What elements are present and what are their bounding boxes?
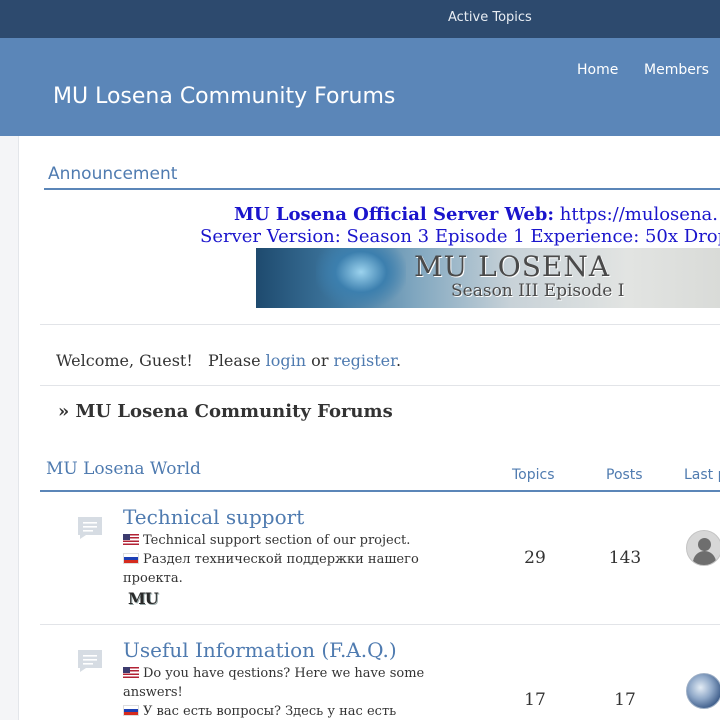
forum-title-technical-support[interactable]: Technical support — [123, 505, 304, 529]
mu-logo-icon: MU — [128, 589, 159, 608]
welcome-suffix: . — [396, 351, 402, 370]
forum-description: Technical support section of our project… — [123, 531, 443, 588]
avatar[interactable] — [686, 673, 720, 709]
divider — [40, 324, 720, 325]
us-flag-icon — [123, 534, 139, 545]
banner-logo-subtitle: Season III Episode I — [451, 281, 625, 301]
row-divider — [40, 624, 720, 625]
column-header-posts: Posts — [606, 467, 643, 483]
register-link[interactable]: register — [334, 351, 396, 370]
site-header: Home Members MU Losena Community Forums — [0, 38, 720, 136]
column-header-topics: Topics — [512, 467, 555, 483]
announcement-web-url[interactable]: https://mulosena. — [560, 204, 718, 225]
login-link[interactable]: login — [266, 351, 306, 370]
column-header-last-post: Last p — [684, 467, 720, 483]
announcement-server-info: Server Version: Season 3 Episode 1 Exper… — [200, 226, 720, 247]
banner-warrior-art — [316, 248, 406, 308]
forum-topics-count: 29 — [524, 548, 546, 568]
ru-flag-icon — [123, 705, 139, 716]
forum-desc-ru: У вас есть вопросы? Здесь у нас есть нес… — [143, 704, 397, 719]
forum-desc-en: Do you have qestions? Here we have some … — [123, 666, 425, 700]
top-bar: Active Topics — [0, 0, 720, 38]
us-flag-icon — [123, 667, 139, 678]
forum-bubble-icon — [78, 517, 102, 539]
forum-topics-count: 17 — [524, 690, 546, 710]
forum-description: Do you have qestions? Here we have some … — [123, 664, 443, 720]
welcome-or: or — [306, 351, 334, 370]
announcement-banner[interactable]: MU LOSENA Season III Episode I — [256, 248, 720, 308]
forum-posts-count: 143 — [608, 548, 642, 568]
nav-home-link[interactable]: Home — [577, 62, 618, 78]
forum-bubble-icon — [78, 650, 102, 672]
category-title[interactable]: MU Losena World — [46, 459, 201, 479]
site-title[interactable]: MU Losena Community Forums — [53, 84, 395, 109]
welcome-prefix: Welcome, Guest! Please — [56, 351, 266, 370]
active-topics-link[interactable]: Active Topics — [448, 10, 532, 25]
forum-desc-en: Technical support section of our project… — [143, 533, 411, 548]
forum-posts-count: 17 — [614, 690, 636, 710]
avatar[interactable] — [686, 530, 720, 566]
announcement-title: Announcement — [48, 164, 178, 184]
category-divider — [40, 490, 720, 492]
ru-flag-icon — [123, 553, 139, 564]
nav-members-link[interactable]: Members — [644, 62, 709, 78]
banner-logo-title: MU LOSENA — [414, 250, 611, 283]
announcement-web-label: MU Losena Official Server Web: — [234, 204, 555, 225]
announcement-web-line: MU Losena Official Server Web: https://m… — [234, 204, 718, 225]
forum-title-useful-information[interactable]: Useful Information (F.A.Q.) — [123, 638, 397, 662]
announcement-divider — [44, 188, 720, 190]
breadcrumb[interactable]: » MU Losena Community Forums — [58, 401, 393, 422]
welcome-message: Welcome, Guest! Please login or register… — [56, 351, 401, 370]
divider — [40, 385, 720, 386]
user-silhouette-icon — [698, 538, 711, 551]
left-rail — [0, 136, 19, 720]
forum-desc-ru: Раздел технической поддержки нашего прое… — [123, 552, 419, 586]
